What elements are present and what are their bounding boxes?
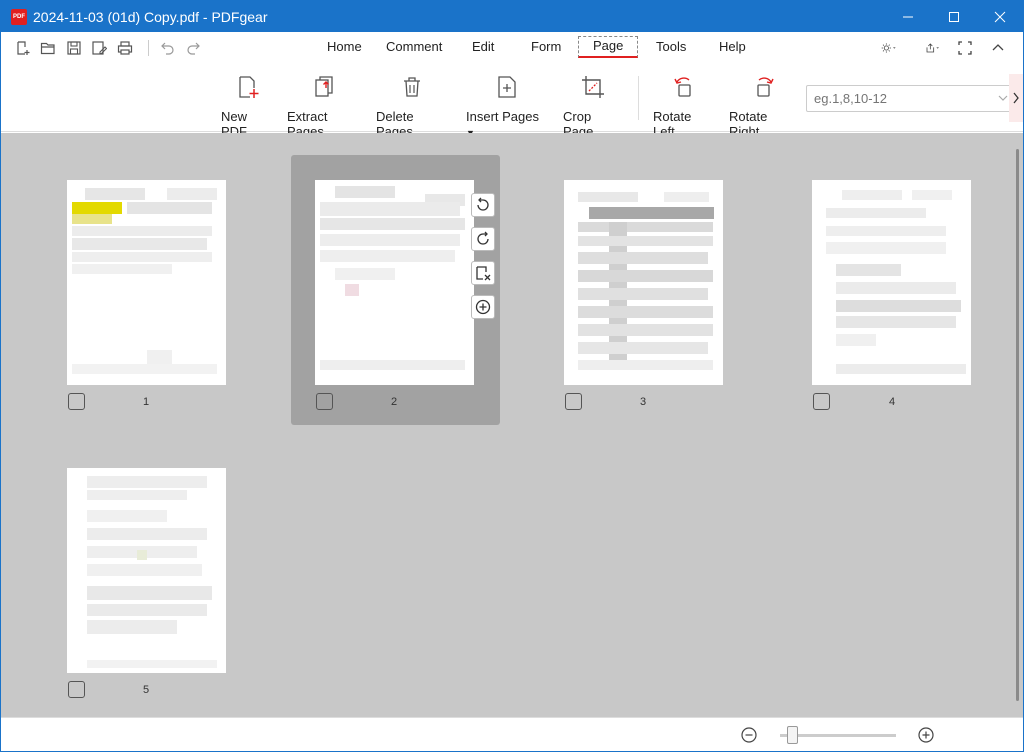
maximize-icon [949, 11, 959, 22]
app-logo-text: PDF [13, 13, 25, 20]
menu-tools[interactable]: Tools [656, 39, 686, 54]
maximize-button[interactable] [931, 1, 977, 32]
page-1-checkbox[interactable] [68, 393, 85, 410]
print-button[interactable] [116, 39, 134, 57]
vertical-scrollbar[interactable] [1016, 149, 1019, 701]
page-3-checkbox[interactable] [565, 393, 582, 410]
page-thumbnail-5[interactable] [67, 468, 226, 673]
redo-button[interactable] [184, 39, 202, 57]
menu-bar: Home Comment Edit Form Page Tools Help [1, 32, 1023, 64]
rotate-right-page-button[interactable] [471, 227, 495, 251]
app-logo: PDF [11, 8, 27, 25]
page-number-3: 3 [640, 396, 647, 408]
rotate-left-icon [674, 77, 691, 97]
chevron-right-icon [1013, 92, 1019, 104]
theme-icon [881, 43, 896, 53]
page-thumbnail-2[interactable] [315, 180, 474, 385]
zoom-out-icon[interactable] [740, 726, 758, 744]
new-pdf-button[interactable]: New PDF [221, 72, 273, 139]
page-range-input[interactable] [806, 85, 1014, 112]
close-button[interactable] [977, 1, 1023, 32]
toolbar-divider [148, 40, 149, 56]
app-window: PDF 2024-11-03 (01d) Copy.pdf - PDFgear [0, 0, 1024, 752]
delete-pages-button[interactable]: Delete Pages [376, 72, 448, 139]
menu-form[interactable]: Form [531, 39, 561, 54]
save-as-icon [92, 41, 107, 55]
menu-page[interactable]: Page [578, 36, 639, 58]
undo-button[interactable] [159, 39, 177, 57]
crop-page-button[interactable]: Crop Page [563, 72, 623, 139]
fullscreen-icon [958, 41, 972, 55]
rotate-left-icon [477, 197, 489, 211]
share-button[interactable] [918, 39, 948, 57]
rotate-left-page-button[interactable] [471, 193, 495, 217]
redo-icon [187, 42, 200, 55]
insert-page-icon [498, 76, 516, 98]
page-number-2: 2 [391, 396, 398, 408]
menu-edit[interactable]: Edit [472, 39, 494, 54]
delete-page-icon [476, 266, 491, 281]
ribbon-divider [638, 76, 639, 120]
page-thumbnails-area: 1 2 3 4 5 [1, 133, 1023, 717]
extract-pages-icon [314, 76, 333, 97]
new-file-icon [17, 41, 30, 55]
page-2-checkbox[interactable] [316, 393, 333, 410]
page-number-5: 5 [143, 684, 150, 696]
rotate-right-icon [477, 231, 489, 245]
new-file-button[interactable] [14, 39, 32, 57]
window-title: 2024-11-03 (01d) Copy.pdf - PDFgear [33, 8, 268, 25]
page-thumbnail-4[interactable] [812, 180, 971, 385]
page-4-checkbox[interactable] [813, 393, 830, 410]
insert-pages-text: Insert Pages [466, 109, 539, 124]
share-icon [926, 43, 939, 53]
page-number-1: 1 [143, 396, 150, 408]
open-folder-icon [40, 42, 55, 55]
rotate-left-button[interactable]: Rotate Left [653, 72, 715, 139]
save-button[interactable] [65, 39, 83, 57]
rotate-right-button[interactable]: Rotate Right [729, 72, 799, 139]
insert-page-button[interactable] [471, 295, 495, 319]
print-icon [117, 41, 133, 55]
status-bar [1, 717, 1023, 751]
rotate-right-icon [757, 77, 774, 97]
page-thumbnail-3[interactable] [564, 180, 723, 385]
undo-icon [161, 42, 174, 55]
extract-pages-button[interactable]: Extract Pages [287, 72, 362, 139]
open-file-button[interactable] [39, 39, 57, 57]
page-5-checkbox[interactable] [68, 681, 85, 698]
ribbon-more-button[interactable] [1009, 74, 1023, 122]
insert-pages-button[interactable]: Insert Pages ▼ [466, 72, 548, 139]
new-pdf-icon [239, 76, 259, 98]
save-icon [67, 41, 81, 55]
page-ribbon: New PDF Extract Pages Delete Pages Inser… [1, 64, 1023, 139]
fullscreen-button[interactable] [954, 39, 976, 57]
delete-page-icon [404, 77, 420, 97]
minimize-button[interactable] [885, 1, 931, 32]
zoom-in-icon[interactable] [917, 726, 935, 744]
save-as-button[interactable] [90, 39, 108, 57]
zoom-slider-thumb[interactable] [787, 726, 798, 744]
delete-page-button[interactable] [471, 261, 495, 285]
minimize-icon [903, 16, 913, 17]
chevron-down-icon[interactable] [997, 92, 1009, 104]
add-circle-icon [475, 299, 491, 315]
page-number-4: 4 [889, 396, 896, 408]
title-bar: PDF 2024-11-03 (01d) Copy.pdf - PDFgear [1, 1, 1023, 32]
menu-comment[interactable]: Comment [386, 39, 442, 54]
page-thumbnail-1[interactable] [67, 180, 226, 385]
collapse-ribbon-icon [992, 44, 1004, 51]
menu-help[interactable]: Help [719, 39, 746, 54]
theme-button[interactable] [874, 39, 904, 57]
crop-icon [582, 76, 604, 98]
collapse-ribbon-button[interactable] [987, 39, 1009, 57]
menu-home[interactable]: Home [327, 39, 362, 54]
close-icon [994, 11, 1006, 22]
